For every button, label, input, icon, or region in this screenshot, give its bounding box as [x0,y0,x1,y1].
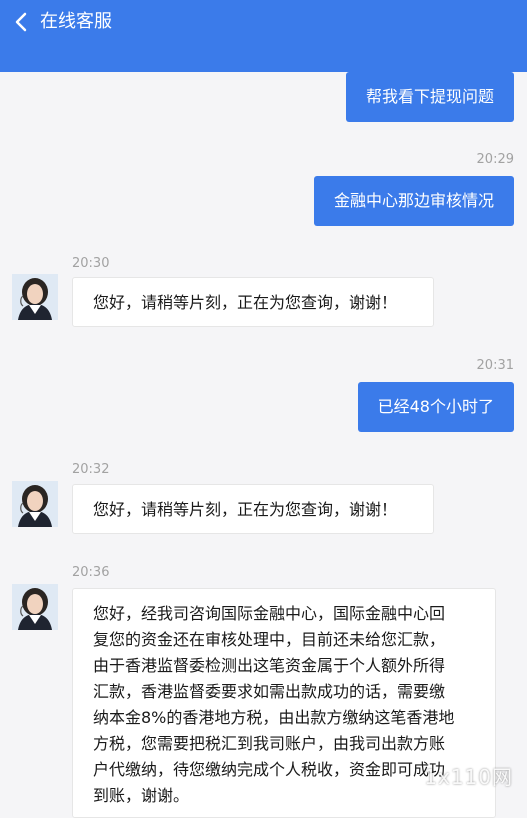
user-message: 金融中心那边审核情况 [313,176,514,226]
message-line: 复您的资金还在审核处理中，目前还未给您汇款， [93,630,446,649]
timestamp: 20:31 [476,358,514,373]
message-line: 到账，谢谢。 [93,786,190,805]
message-line: 户代缴纳，待您缴纳完成个人税收，资金即可成功 [93,760,446,779]
message-line: 汇款，香港监督委要求如需出款成功的话，需要缴 [93,682,446,701]
back-icon[interactable] [6,6,38,38]
page-title: 在线客服 [40,11,112,32]
message-line: 由于香港监督委检测出这笔资金属于个人额外所得 [93,656,446,675]
timestamp: 20:36 [72,565,110,580]
chat-header: 在线客服 [0,0,527,72]
timestamp: 20:29 [476,152,514,167]
message-line: 纳本金8%的香港地方税，由出款方缴纳这笔香港地 [93,708,455,727]
user-message: 已经48个小时了 [357,382,514,432]
agent-message: 您好，请稍等片刻，正在为您查询，谢谢！ [72,277,434,327]
agent-avatar [12,481,58,527]
agent-avatar [12,274,58,320]
timestamp: 20:32 [72,462,110,477]
message-line: 您好，经我司咨询国际金融中心，国际金融中心回 [93,604,446,623]
watermark: 1x110网 [424,765,513,789]
user-message: 帮我看下提现问题 [345,72,514,122]
message-line: 方税，您需要把税汇到我司账户，由我司出款方账 [93,734,446,753]
timestamp: 20:30 [72,256,110,271]
agent-avatar [12,584,58,630]
agent-message: 您好，请稍等片刻，正在为您查询，谢谢！ [72,484,434,534]
